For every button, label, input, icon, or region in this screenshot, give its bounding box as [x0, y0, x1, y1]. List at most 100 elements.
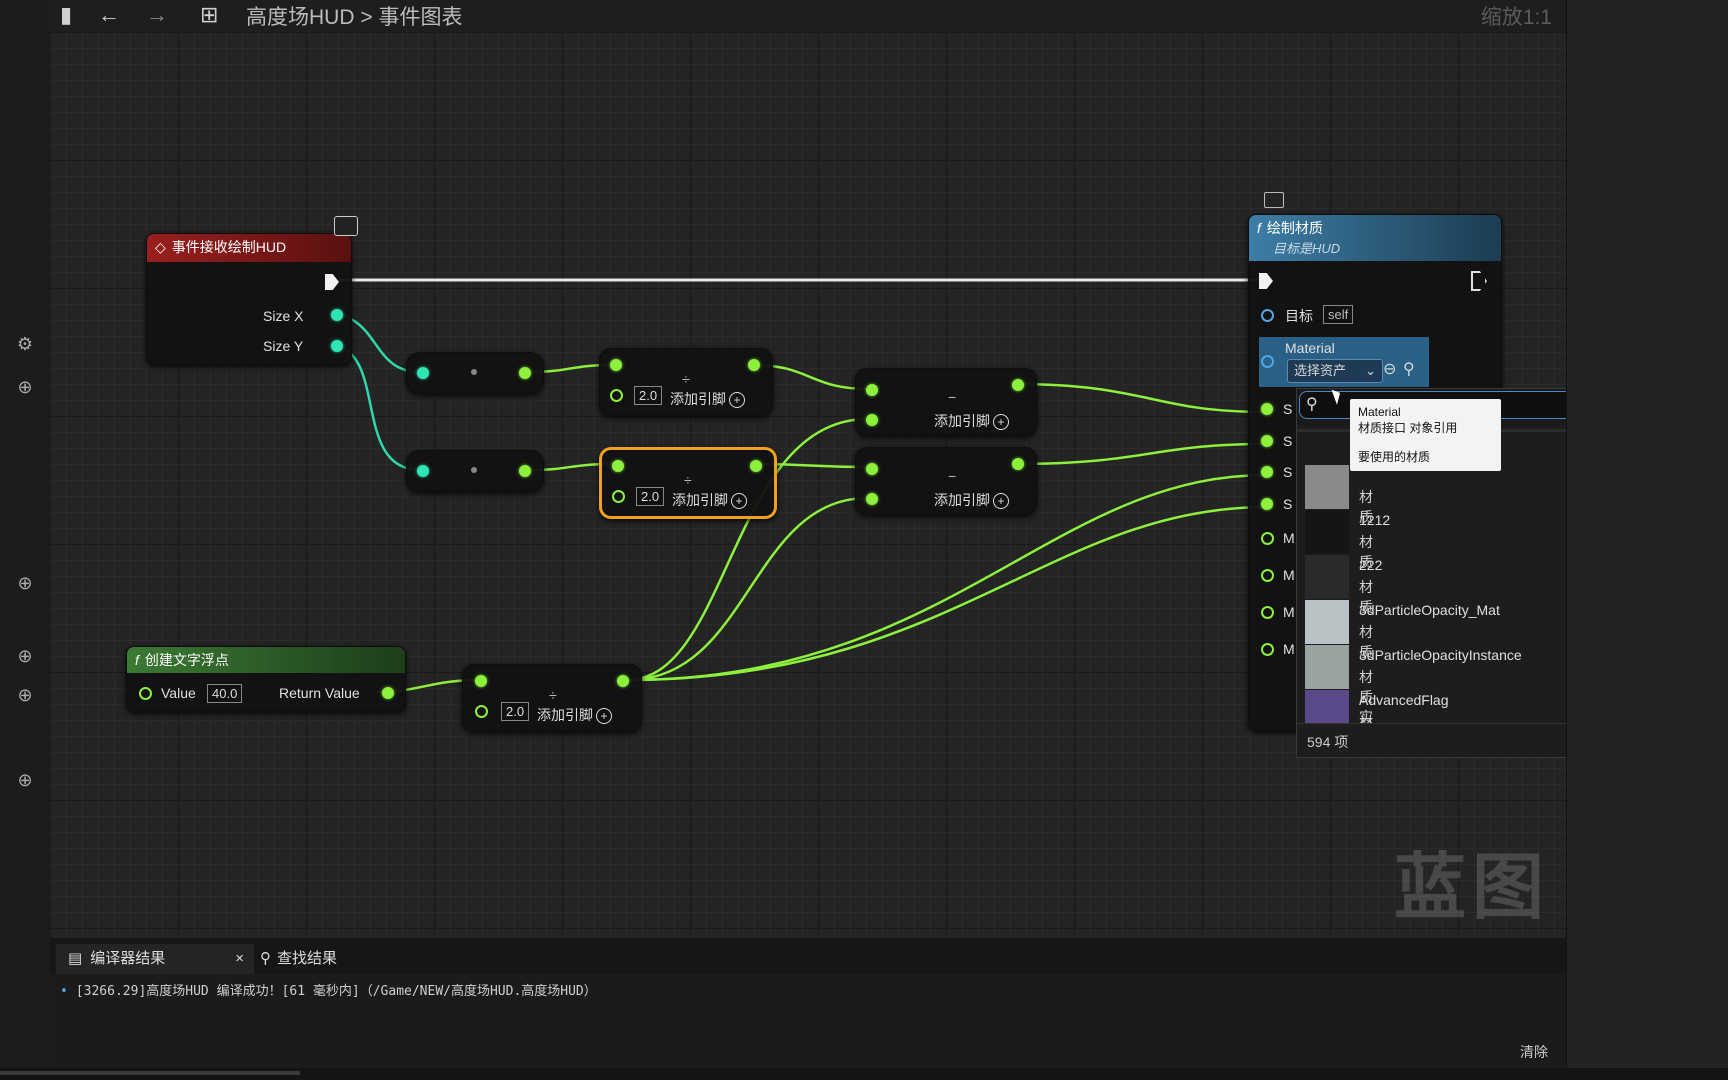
create-float-node[interactable]: f 创建文字浮点 Value 40.0 Return Value [126, 646, 406, 712]
divide-out-pin[interactable] [617, 675, 629, 687]
add-circle-icon[interactable]: ⊕ [12, 374, 38, 400]
value-input[interactable]: 40.0 [207, 684, 243, 703]
breadcrumb-root[interactable]: 高度场HUD [246, 6, 355, 29]
divide-node[interactable]: 2.0 ÷ 添加引脚 + [599, 348, 773, 416]
asset-thumbnail [1305, 465, 1349, 509]
add-pin-label: 添加引脚 [934, 413, 990, 429]
divide-in-pin-a[interactable] [610, 359, 622, 371]
graph-toolbar: ▮ ← → ⊞ 高度场HUD > 事件图表 缩放1:1 [50, 0, 1566, 32]
breadcrumb-leaf[interactable]: 事件图表 [378, 6, 462, 29]
conversion-node[interactable] [406, 352, 544, 394]
pin-label-s: S [1283, 401, 1293, 417]
function-icon: f [1257, 220, 1261, 236]
pin-label-s: S [1283, 496, 1293, 512]
close-tab-icon[interactable]: × [235, 944, 244, 974]
divide-b-value[interactable]: 2.0 [501, 702, 530, 721]
select-asset-dropdown[interactable]: 选择资产 ⌄ [1287, 359, 1383, 383]
divide-in-pin-b[interactable] [610, 389, 623, 402]
browse-asset-icon[interactable]: ⚲ [1403, 359, 1415, 379]
exec-in-pin[interactable] [1259, 273, 1273, 289]
tooltip-type: 材质接口 对象引用 [1358, 421, 1458, 435]
subtract-in-pin-b[interactable] [866, 493, 878, 505]
conversion-in-pin[interactable] [417, 465, 429, 477]
event-node-receive-draw-hud[interactable]: ◇ 事件接收绘制HUD Size X Size Y [146, 233, 352, 365]
divide-in-pin-b[interactable] [612, 490, 625, 503]
search-icon: ⚲ [260, 950, 271, 967]
tab-compiler-results[interactable]: ▤ 编译器结果 × [56, 944, 254, 974]
add-circle-icon[interactable]: ⊕ [12, 767, 38, 793]
graph-hierarchy-icon[interactable]: ⊞ [200, 2, 218, 28]
material-label: Material [1285, 340, 1335, 356]
screen-h-pin[interactable] [1261, 498, 1273, 510]
size-y-pin[interactable] [331, 340, 343, 352]
divide-in-pin-a[interactable] [475, 675, 487, 687]
add-pin-button[interactable]: 添加引脚 + [934, 490, 1009, 510]
size-x-pin[interactable] [331, 309, 343, 321]
divide-out-pin[interactable] [748, 359, 760, 371]
screen-w-pin[interactable] [1261, 466, 1273, 478]
exec-out-pin[interactable] [1471, 271, 1487, 291]
node-comment-icon[interactable] [334, 216, 358, 236]
material-v-pin[interactable] [1261, 569, 1274, 582]
add-pin-plus-icon: + [993, 493, 1009, 510]
event-diamond-icon: ◇ [155, 239, 166, 255]
add-pin-button[interactable]: 添加引脚 + [670, 389, 745, 409]
subtract-out-pin[interactable] [1012, 379, 1024, 391]
node-comment-icon[interactable] [1264, 192, 1284, 208]
add-circle-icon[interactable]: ⊕ [12, 643, 38, 669]
settings-icon[interactable]: ⚙ [12, 331, 38, 357]
draw-material-subtitle: 目标是HUD [1273, 241, 1341, 256]
divide-out-pin[interactable] [750, 460, 762, 472]
subtract-in-pin-a[interactable] [866, 384, 878, 396]
compiler-results-panel: ▤ 编译器结果 × ⚲ 查找结果 • [3266.29]高度场HUD 编译成功！[61… [50, 938, 1566, 1068]
function-icon: f [135, 652, 139, 668]
divide-in-pin-b[interactable] [475, 705, 488, 718]
panel-toggle[interactable] [12, 0, 38, 18]
forward-arrow-icon[interactable]: → [146, 2, 168, 28]
material-uw-pin[interactable] [1261, 606, 1274, 619]
zoom-level: 缩放1:1 [1480, 6, 1552, 29]
screen-y-pin[interactable] [1261, 435, 1273, 447]
add-circle-icon[interactable]: ⊕ [12, 570, 38, 596]
pin-label-s: S [1283, 433, 1293, 449]
subtract-in-pin-a[interactable] [866, 463, 878, 475]
asset-thumbnail [1305, 555, 1349, 599]
subtract-out-pin[interactable] [1012, 458, 1024, 470]
divide-node-selected[interactable]: 2.0 ÷ 添加引脚 + [599, 447, 777, 519]
divide-b-value[interactable]: 2.0 [636, 487, 665, 506]
bookmark-icon[interactable]: ▮ [60, 2, 72, 28]
add-pin-button[interactable]: 添加引脚 + [672, 490, 747, 510]
asset-name: 222 [1359, 557, 1383, 573]
return-value-pin[interactable] [382, 687, 394, 699]
pin-label-size-x: Size X [263, 308, 304, 324]
return-value-label: Return Value [279, 685, 360, 701]
wire [1011, 442, 1268, 466]
subtract-node[interactable]: − 添加引脚 + [855, 447, 1037, 515]
conversion-out-pin[interactable] [519, 465, 531, 477]
add-pin-button[interactable]: 添加引脚 + [934, 411, 1009, 431]
conversion-in-pin[interactable] [417, 367, 429, 379]
divide-b-value[interactable]: 2.0 [634, 386, 663, 405]
value-in-pin[interactable] [139, 687, 152, 700]
clear-button[interactable]: 清除 [1520, 1042, 1548, 1062]
pin-label-m: M [1283, 604, 1295, 620]
pin-label-size-y: Size Y [263, 338, 304, 354]
target-pin[interactable] [1261, 309, 1274, 322]
conversion-node[interactable] [406, 450, 544, 492]
back-arrow-icon[interactable]: ← [98, 2, 120, 28]
divide-in-pin-a[interactable] [612, 460, 624, 472]
tab-find-results[interactable]: ⚲ 查找结果 [260, 944, 337, 974]
screen-x-pin[interactable] [1261, 403, 1273, 415]
exec-out-pin[interactable] [325, 274, 339, 290]
add-pin-button[interactable]: 添加引脚 + [537, 705, 612, 725]
subtract-in-pin-b[interactable] [866, 414, 878, 426]
material-pin[interactable] [1261, 355, 1274, 368]
material-u-pin[interactable] [1261, 532, 1274, 545]
divide-operator: ÷ [684, 472, 692, 488]
material-vh-pin[interactable] [1261, 643, 1274, 656]
subtract-node[interactable]: − 添加引脚 + [855, 368, 1037, 436]
add-circle-icon[interactable]: ⊕ [12, 682, 38, 708]
conversion-out-pin[interactable] [519, 367, 531, 379]
use-selected-asset-icon[interactable]: ⊖ [1383, 359, 1396, 379]
divide-node[interactable]: 2.0 ÷ 添加引脚 + [462, 664, 642, 732]
